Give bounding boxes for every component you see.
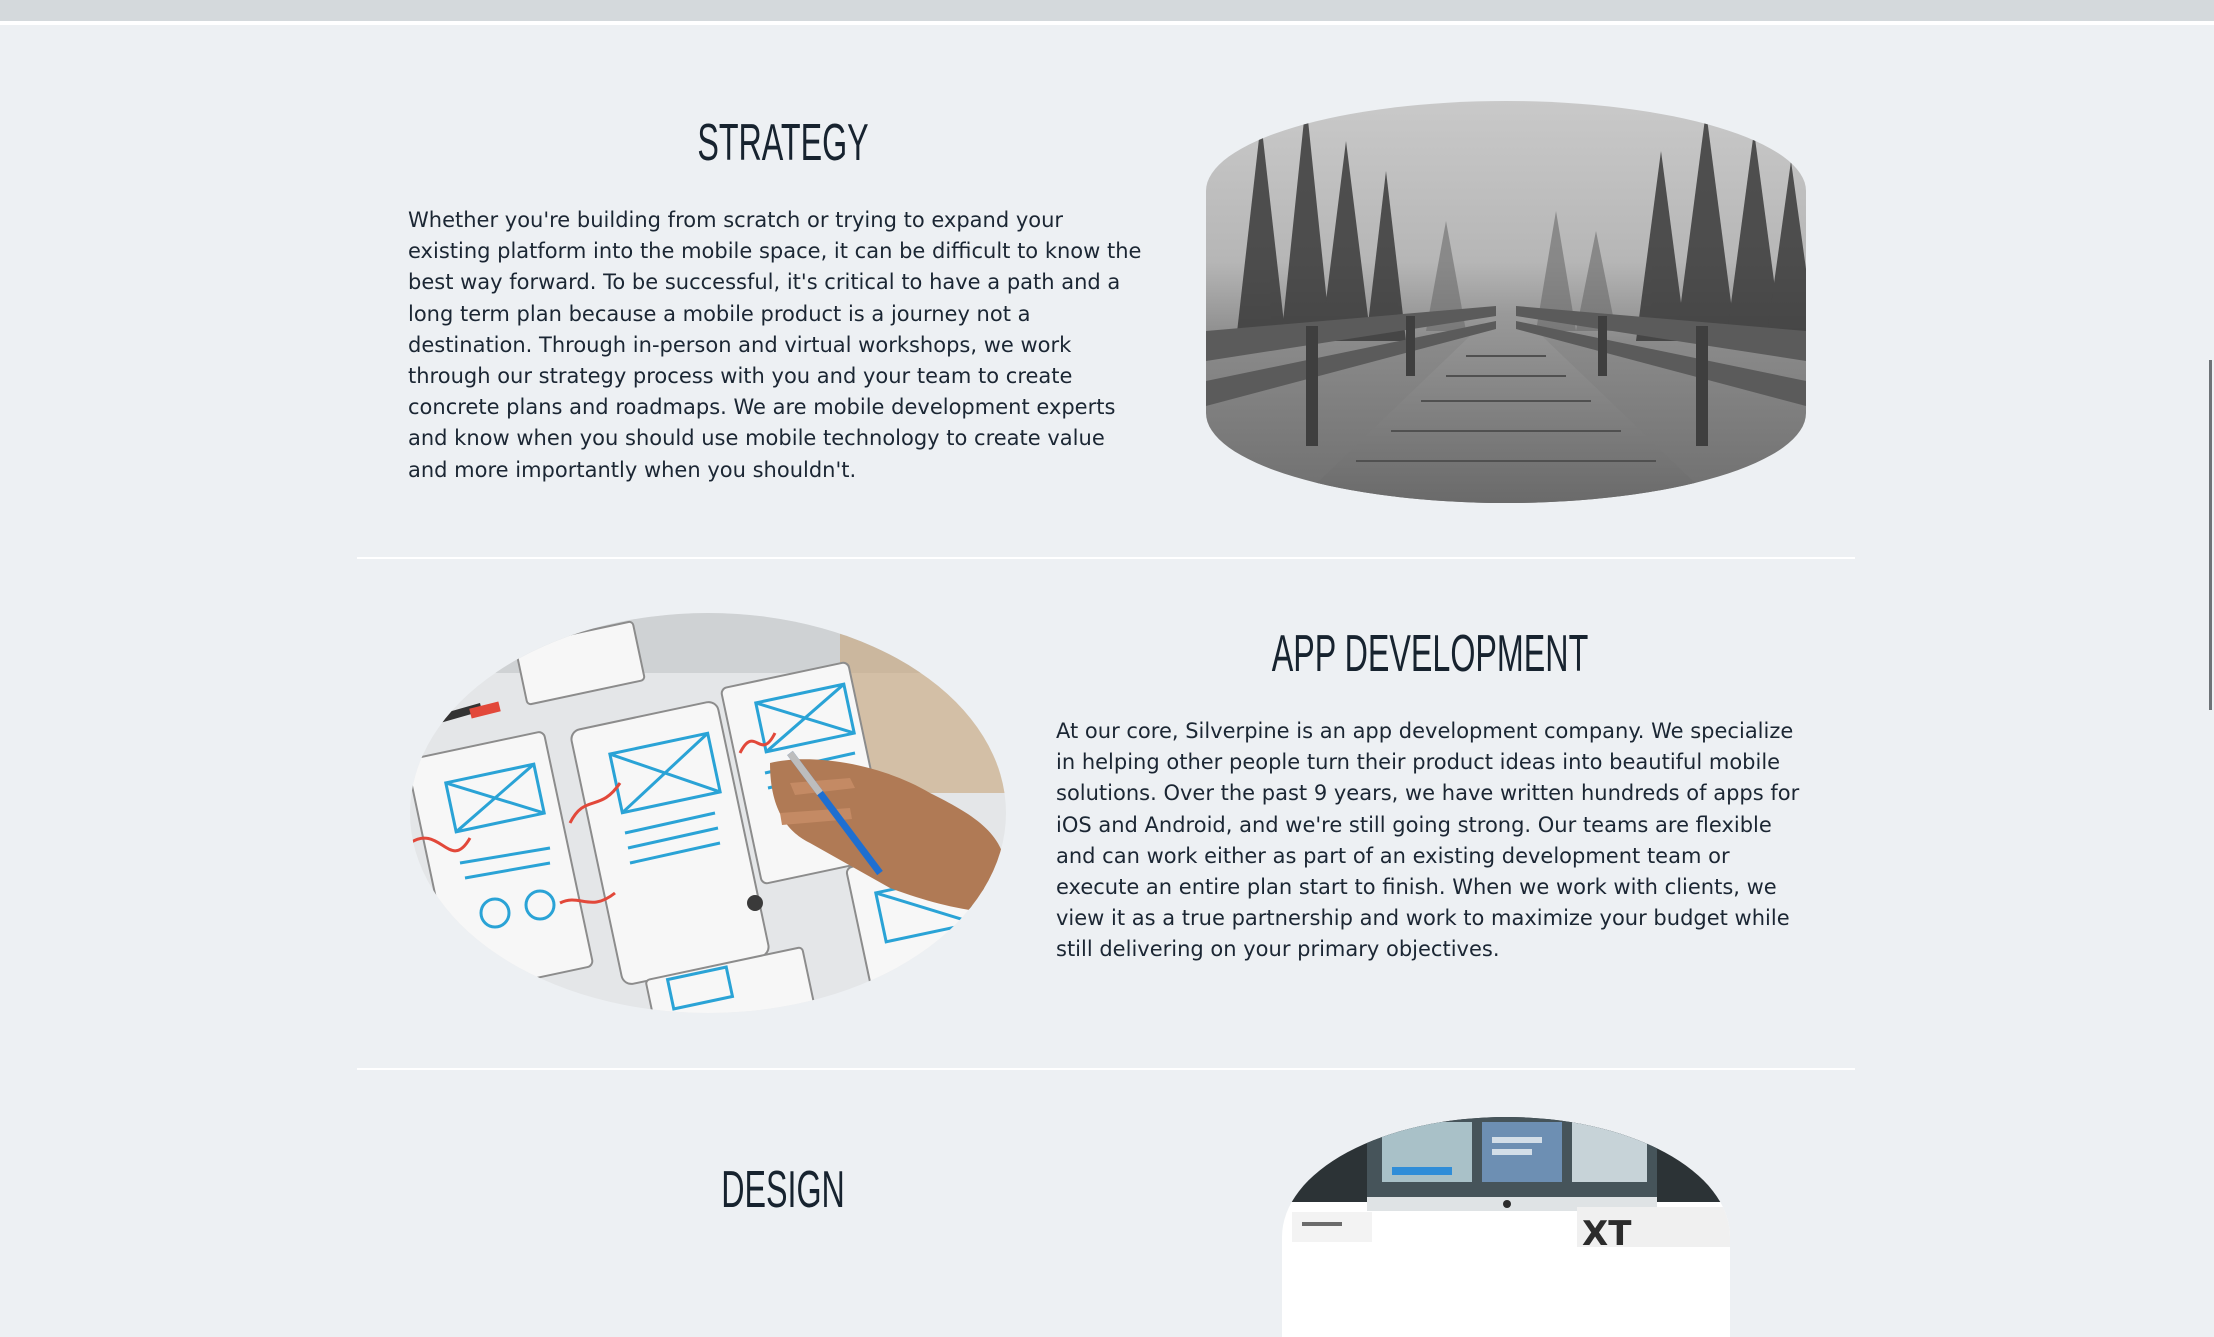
section-divider <box>357 557 1855 559</box>
forest-boardwalk-photo <box>1206 101 1806 503</box>
app-development-description: At our core, Silverpine is an app develo… <box>1056 719 1800 962</box>
top-bar <box>0 0 2214 21</box>
top-bar-border <box>0 21 2214 25</box>
strategy-heading: STRATEGY <box>697 114 869 172</box>
section-divider <box>357 1068 1855 1070</box>
app-development-heading: APP DEVELOPMENT <box>1271 625 1589 683</box>
scrollbar-thumb[interactable] <box>2209 360 2212 710</box>
wireframe-sketching-photo <box>410 613 1006 1013</box>
design-heading: DESIGN <box>721 1161 845 1219</box>
strategy-description: Whether you're building from scratch or … <box>408 208 1142 482</box>
computer-monitor-photo: XT <box>1282 1117 1730 1337</box>
svg-text:XT: XT <box>1582 1214 1632 1254</box>
